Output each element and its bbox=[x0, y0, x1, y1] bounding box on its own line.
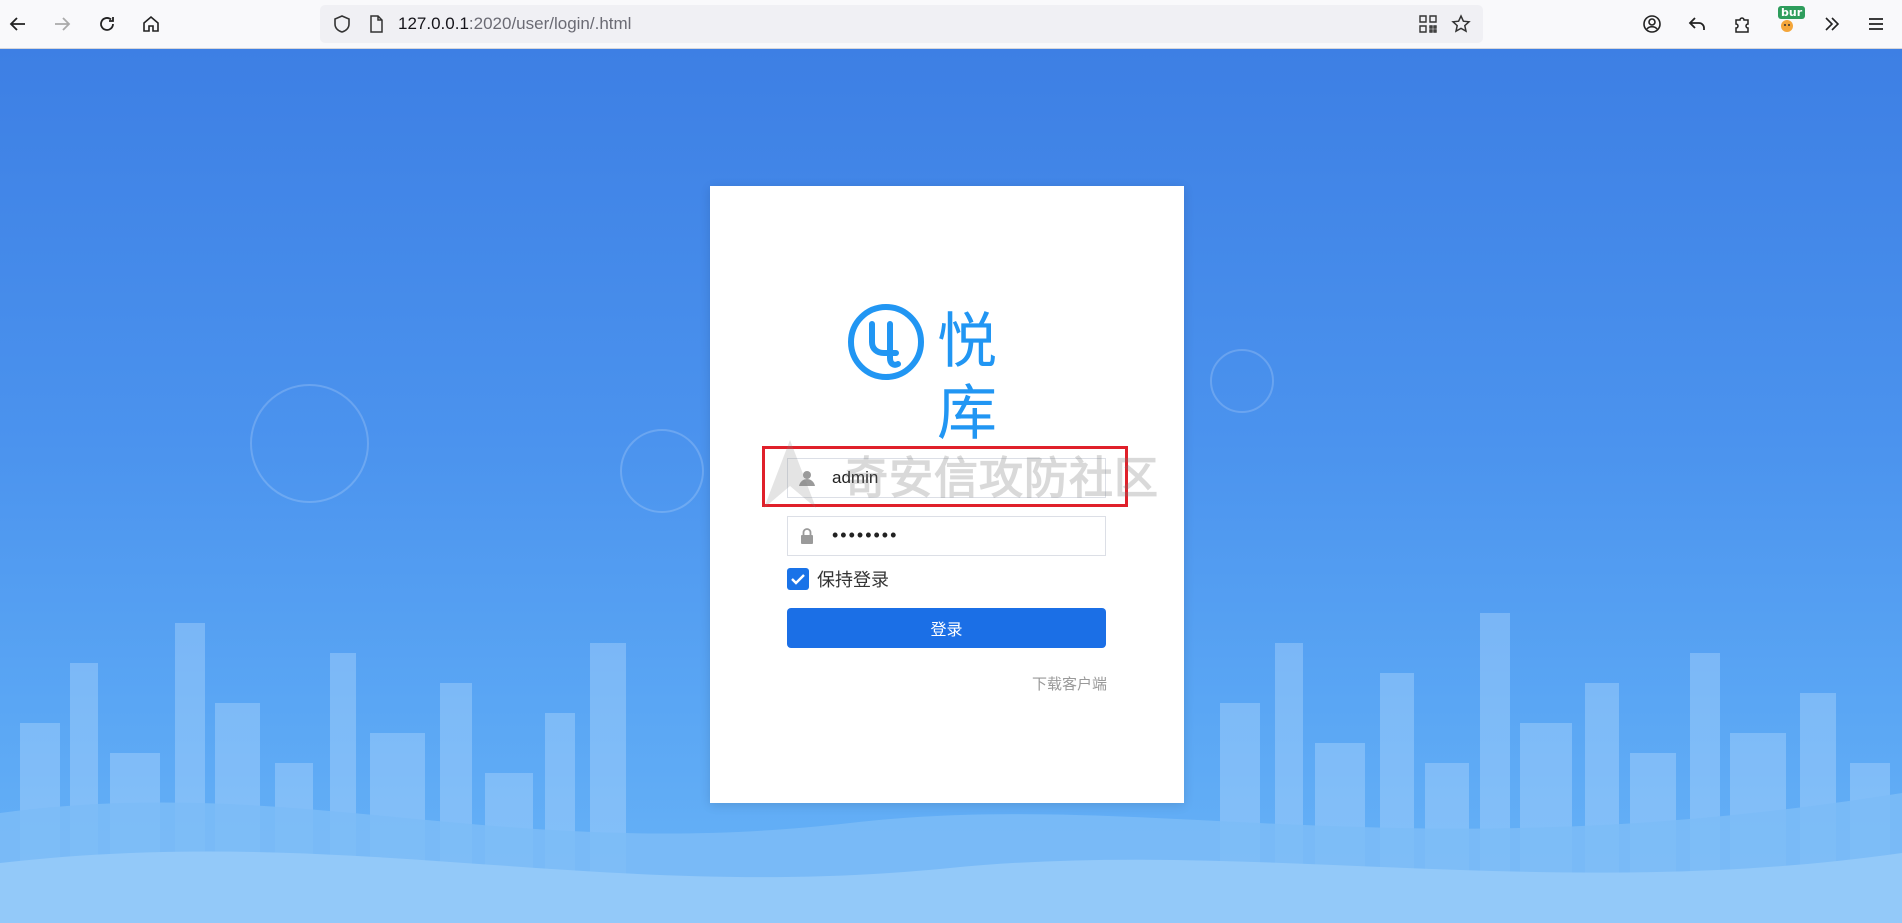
hamburger-menu-icon bbox=[1869, 18, 1883, 30]
extension-badge: bur bbox=[1778, 6, 1806, 19]
password-value: •••••••• bbox=[832, 525, 899, 545]
extensions-button[interactable] bbox=[1726, 8, 1758, 40]
remember-login-checkbox[interactable] bbox=[787, 568, 809, 590]
home-button[interactable] bbox=[135, 8, 167, 40]
double-chevron-right-icon bbox=[1825, 17, 1840, 31]
brand-logo: 悦库 bbox=[846, 302, 1054, 449]
login-button[interactable]: 登录 bbox=[787, 608, 1106, 648]
checkmark-icon bbox=[791, 574, 805, 585]
browser-toolbar: 127.0.0.1:2020/user/login/.html bur bbox=[0, 0, 1902, 49]
lock-icon bbox=[801, 528, 813, 544]
decorative-circle bbox=[620, 429, 704, 513]
remember-login-row[interactable]: 保持登录 bbox=[787, 567, 889, 591]
decorative-circle bbox=[250, 384, 369, 503]
arrow-left-icon bbox=[9, 17, 25, 31]
overflow-menu-button[interactable] bbox=[1816, 8, 1848, 40]
decorative-circle bbox=[1210, 349, 1274, 413]
url-text[interactable]: 127.0.0.1:2020/user/login/.html bbox=[398, 14, 631, 34]
bookmark-star-icon[interactable] bbox=[1451, 14, 1471, 34]
url-path: :2020/user/login/.html bbox=[468, 14, 632, 33]
back-button[interactable] bbox=[2, 8, 34, 40]
login-page-background: 悦库 admin •••••••• 奇安信攻防社区 保持登录 登录 下载客户端 bbox=[0, 49, 1902, 923]
yueku-logo-icon bbox=[848, 304, 924, 380]
address-bar[interactable]: 127.0.0.1:2020/user/login/.html bbox=[320, 5, 1483, 43]
password-field[interactable]: •••••••• bbox=[787, 516, 1106, 556]
page-info-icon[interactable] bbox=[366, 14, 386, 34]
remember-login-label[interactable]: 保持登录 bbox=[817, 566, 889, 592]
forward-button[interactable] bbox=[46, 8, 78, 40]
account-button[interactable] bbox=[1636, 8, 1668, 40]
home-icon bbox=[143, 15, 159, 32]
app-menu-button[interactable] bbox=[1860, 8, 1892, 40]
undo-arrow-icon bbox=[1688, 17, 1705, 30]
qr-code-icon[interactable] bbox=[1418, 14, 1438, 34]
account-icon bbox=[1643, 15, 1661, 33]
brand-name: 悦库 bbox=[937, 307, 999, 449]
undo-button[interactable] bbox=[1681, 8, 1713, 40]
download-client-link[interactable]: 下载客户端 bbox=[1032, 673, 1107, 694]
arrow-right-icon bbox=[55, 17, 71, 31]
url-host: 127.0.0.1 bbox=[398, 14, 469, 33]
reload-icon bbox=[100, 17, 114, 31]
reload-button[interactable] bbox=[91, 8, 123, 40]
annotation-highlight-box bbox=[762, 446, 1128, 507]
login-card: 悦库 admin •••••••• 奇安信攻防社区 保持登录 登录 下载客户端 bbox=[710, 186, 1184, 803]
puzzle-icon bbox=[1735, 17, 1749, 33]
shield-icon[interactable] bbox=[332, 14, 352, 34]
